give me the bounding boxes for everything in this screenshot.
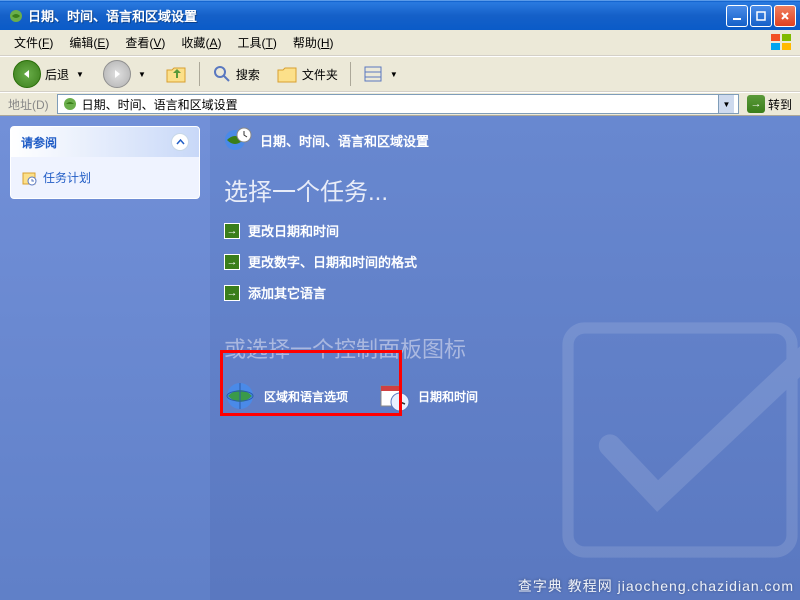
address-label: 地址(D): [4, 96, 53, 113]
cpl-label: 日期和时间: [418, 388, 478, 405]
folder-up-icon: [165, 64, 187, 84]
task-label: 更改数字、日期和时间的格式: [248, 252, 417, 271]
folders-label: 文件夹: [302, 66, 338, 83]
search-button[interactable]: 搜索: [205, 60, 267, 88]
sidebar: 请参阅 任务计划: [0, 116, 210, 600]
see-also-body: 任务计划: [11, 157, 199, 198]
back-icon: [13, 60, 41, 88]
menubar: 文件(F) 编辑(E) 查看(V) 收藏(A) 工具(T) 帮助(H): [0, 30, 800, 56]
globe-clock-icon: [224, 126, 252, 154]
task-label: 更改日期和时间: [248, 221, 339, 240]
up-button[interactable]: [158, 60, 194, 88]
task-change-format[interactable]: → 更改数字、日期和时间的格式: [224, 252, 786, 271]
titlebar: 日期、时间、语言和区域设置: [0, 0, 800, 30]
forward-icon: [103, 60, 131, 88]
forward-button[interactable]: ▼: [96, 56, 156, 92]
views-icon: [363, 65, 383, 83]
watermark-checkmark-icon: [540, 300, 800, 580]
address-dropdown[interactable]: ▼: [718, 95, 734, 113]
watermark-text: 查字典 教程网 jiaocheng.chazidian.com: [518, 576, 794, 596]
menu-tools[interactable]: 工具(T): [229, 31, 284, 54]
address-icon: [62, 96, 78, 112]
search-label: 搜索: [236, 66, 260, 83]
see-also-panel: 请参阅 任务计划: [10, 126, 200, 199]
address-value: 日期、时间、语言和区域设置: [82, 96, 714, 113]
menu-help[interactable]: 帮助(H): [285, 31, 342, 54]
arrow-icon: →: [224, 223, 240, 239]
minimize-button[interactable]: [726, 5, 748, 27]
go-button[interactable]: → 转到: [743, 95, 796, 113]
main-panel: 日期、时间、语言和区域设置 选择一个任务... → 更改日期和时间 → 更改数字…: [210, 116, 800, 600]
calendar-clock-icon: [378, 380, 410, 412]
task-label: 添加其它语言: [248, 283, 326, 302]
toolbar-separator: [199, 62, 200, 86]
addressbar: 地址(D) 日期、时间、语言和区域设置 ▼ → 转到: [0, 92, 800, 116]
toolbar-separator: [350, 62, 351, 86]
category-header: 日期、时间、语言和区域设置: [224, 126, 786, 154]
window-title: 日期、时间、语言和区域设置: [28, 6, 726, 25]
task-change-date-time[interactable]: → 更改日期和时间: [224, 221, 786, 240]
search-icon: [212, 64, 232, 84]
pick-task-heading: 选择一个任务...: [224, 172, 786, 207]
views-button[interactable]: ▼: [356, 61, 408, 87]
window-controls: [726, 5, 796, 27]
collapse-icon[interactable]: [171, 133, 189, 151]
menu-file[interactable]: 文件(F): [6, 31, 61, 54]
go-icon: →: [747, 95, 765, 113]
folders-button[interactable]: 文件夹: [269, 60, 345, 88]
go-label: 转到: [768, 96, 792, 113]
menu-favorites[interactable]: 收藏(A): [173, 31, 229, 54]
sidebar-link-label: 任务计划: [43, 169, 91, 186]
back-button[interactable]: 后退 ▼: [6, 56, 94, 92]
folders-icon: [276, 64, 298, 84]
maximize-button[interactable]: [750, 5, 772, 27]
cpl-label: 区域和语言选项: [264, 388, 348, 405]
content-area: 请参阅 任务计划 日期、时间、语言和区: [0, 116, 800, 600]
sidebar-link-scheduled-tasks[interactable]: 任务计划: [21, 167, 189, 188]
globe-icon: [224, 380, 256, 412]
see-also-header[interactable]: 请参阅: [11, 127, 199, 157]
views-dropdown[interactable]: ▼: [387, 70, 401, 79]
arrow-icon: →: [224, 285, 240, 301]
app-icon: [8, 8, 24, 24]
menu-view[interactable]: 查看(V): [117, 31, 173, 54]
cpl-regional-language[interactable]: 区域和语言选项: [224, 380, 348, 412]
category-title: 日期、时间、语言和区域设置: [260, 131, 429, 150]
menu-edit[interactable]: 编辑(E): [61, 31, 117, 54]
back-dropdown[interactable]: ▼: [73, 70, 87, 79]
toolbar: 后退 ▼ ▼ 搜索 文件夹 ▼: [0, 56, 800, 92]
scheduled-tasks-icon: [21, 170, 37, 186]
back-label: 后退: [45, 66, 69, 83]
cpl-date-time[interactable]: 日期和时间: [378, 380, 478, 412]
forward-dropdown[interactable]: ▼: [135, 70, 149, 79]
see-also-title: 请参阅: [21, 134, 57, 151]
windows-flag-icon: [766, 32, 796, 52]
close-button[interactable]: [774, 5, 796, 27]
arrow-icon: →: [224, 254, 240, 270]
address-field[interactable]: 日期、时间、语言和区域设置 ▼: [57, 94, 739, 114]
